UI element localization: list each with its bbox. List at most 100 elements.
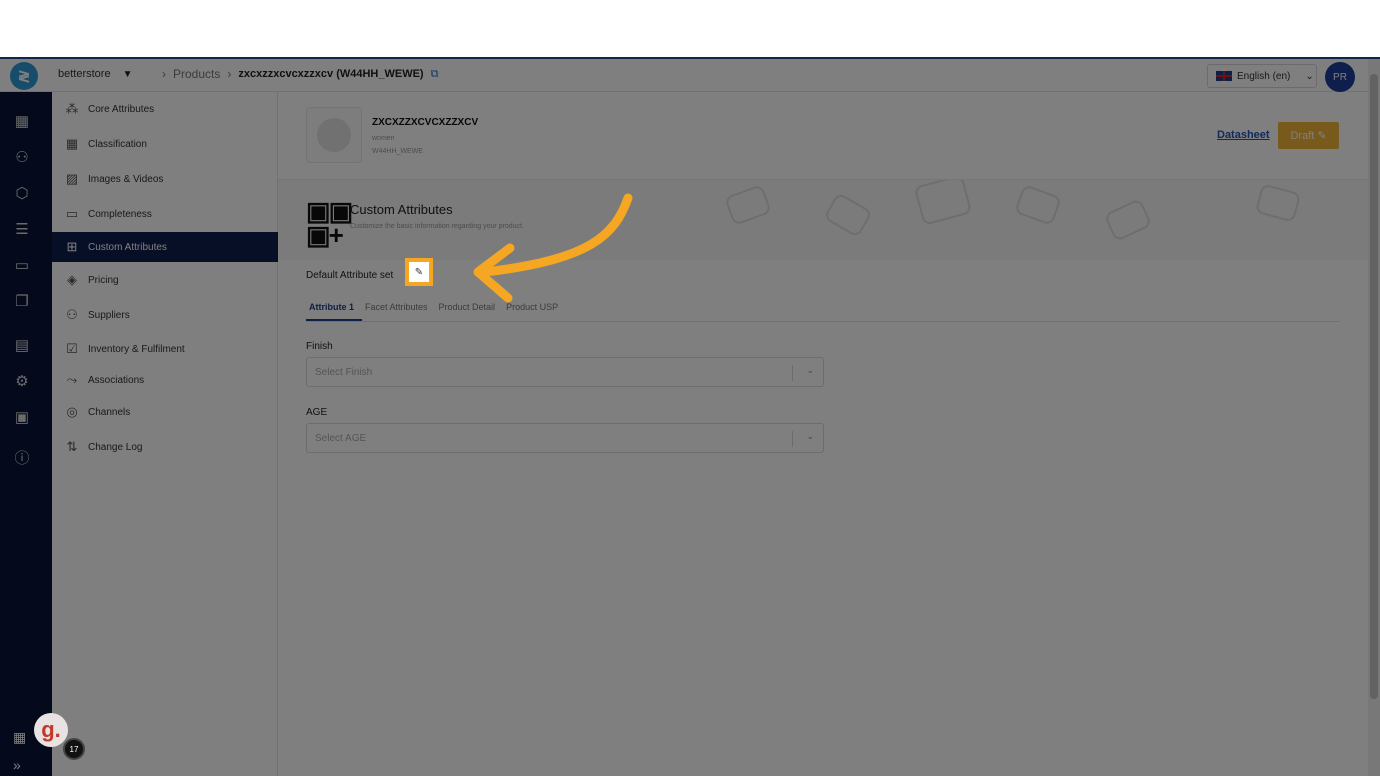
settings-icon[interactable]: ⚙ [13, 372, 31, 390]
nav-item-completeness[interactable]: ▭ Completeness [52, 199, 278, 229]
list-icon[interactable]: ☰ [13, 220, 31, 238]
breadcrumb-separator-icon: › [162, 67, 166, 81]
nav-item-pricing[interactable]: ◈ Pricing [52, 265, 278, 295]
section-title: Custom Attributes [350, 202, 453, 217]
breadcrumb-current: zxcxzzxcvcxzzxcv (W44HH_WEWE) [238, 68, 424, 80]
draft-status-button[interactable]: Draft ✎ [1278, 122, 1339, 149]
tab-facet-attributes[interactable]: Facet Attributes [362, 298, 436, 321]
decor-card-icon [1014, 184, 1062, 226]
divider [792, 365, 793, 381]
nav-item-images-videos[interactable]: ▨ Images & Videos [52, 164, 278, 194]
channels-icon: ◎ [66, 404, 78, 419]
copy-icon[interactable]: ❐ [13, 292, 31, 310]
language-select[interactable]: English (en) ⌄ [1207, 64, 1317, 88]
nav-item-label: Classification [88, 138, 147, 150]
apps-grid-icon[interactable]: ▦ [13, 729, 26, 746]
guide-widget-icon[interactable]: g. [34, 713, 68, 747]
breadcrumb-separator-icon: › [227, 67, 232, 81]
decor-cart-icon [1103, 197, 1153, 243]
inventory-icon: ☑ [66, 341, 78, 356]
nav-item-channels[interactable]: ◎ Channels [52, 397, 278, 427]
nav-item-associations[interactable]: ⤳ Associations [52, 365, 278, 395]
product-header: ZXCXZZXCVCXZZXCV women W44HH_WEWE Datash… [278, 92, 1368, 180]
nav-item-label: Suppliers [88, 309, 130, 321]
decor-bag-icon [1254, 183, 1302, 223]
chevron-down-icon: ⌄ [1305, 70, 1314, 82]
page-scrollbar[interactable] [1368, 59, 1380, 776]
product-name: ZXCXZZXCVCXZZXCV [372, 117, 479, 128]
decor-box-icon [823, 192, 873, 238]
product-thumbnail [306, 107, 362, 163]
document-icon[interactable]: ▤ [13, 336, 31, 354]
edit-attribute-set-icon[interactable]: ✎ [405, 258, 433, 286]
nav-item-change-log[interactable]: ⇅ Change Log [52, 432, 278, 462]
draft-label: Draft [1290, 129, 1315, 142]
nav-item-label: Images & Videos [88, 173, 164, 185]
age-label: AGE [306, 407, 328, 418]
uk-flag-icon [1216, 71, 1232, 81]
product-nav: ⁂ Core Attributes ▦ Classification ▨ Images… [52, 92, 278, 776]
nav-item-label: Associations [88, 374, 145, 386]
nav-item-label: Inventory & Fulfilment [88, 343, 185, 355]
nav-item-label: Pricing [88, 274, 119, 286]
nav-item-label: Completeness [88, 208, 152, 220]
avatar[interactable]: PR [1325, 62, 1355, 92]
box-icon[interactable]: ⬡ [13, 184, 31, 202]
age-select[interactable]: Select AGE ⌄ [306, 423, 824, 453]
monitor-icon[interactable]: ▣ [13, 408, 31, 426]
chevron-down-icon: ▼ [122, 68, 133, 80]
decor-phone-icon [913, 180, 973, 226]
dashboard-icon[interactable]: ▦ [13, 112, 31, 130]
nav-item-inventory[interactable]: ☑ Inventory & Fulfilment [52, 334, 278, 364]
chevron-down-icon: ⌄ [806, 365, 814, 375]
nav-item-classification[interactable]: ▦ Classification [52, 129, 278, 159]
default-attribute-set-label: Default Attribute set [306, 270, 394, 281]
chevron-down-icon: ⌄ [806, 431, 814, 441]
sliders-icon: ⇅ [66, 439, 78, 454]
product-category: women [372, 135, 395, 142]
top-bar: ≷ betterstore ▼ › Products › zxcxzzxcvcx… [0, 59, 1368, 92]
edit-icon: ✎ [1317, 130, 1327, 142]
datasheet-link[interactable]: Datasheet [1217, 129, 1270, 141]
tab-attribute-1[interactable]: Attribute 1 [306, 298, 362, 321]
product-sku: W44HH_WEWE [372, 148, 423, 155]
store-select-label: betterstore [58, 68, 111, 80]
nav-item-label: Channels [88, 406, 131, 418]
breadcrumb-products[interactable]: Products [173, 67, 220, 81]
inbox-icon[interactable]: ▭ [13, 256, 31, 274]
image-icon: ▨ [65, 171, 79, 186]
top-blank-area [0, 0, 1380, 57]
team-icon[interactable]: ⚇ [13, 148, 31, 166]
guide-count-badge: 17 [63, 738, 85, 760]
finish-label: Finish [306, 341, 333, 352]
app-window: ≷ betterstore ▼ › Products › zxcxzzxcvcx… [0, 57, 1380, 776]
store-select[interactable]: betterstore ▼ [58, 68, 133, 80]
finish-placeholder: Select Finish [315, 366, 373, 378]
users-icon: ⚇ [66, 307, 78, 322]
scrollbar-thumb[interactable] [1370, 74, 1378, 699]
finish-select[interactable]: Select Finish ⌄ [306, 357, 824, 387]
breadcrumb: › Products › zxcxzzxcvcxzzxcv (W44HH_WEW… [162, 67, 438, 81]
custom-attributes-icon: ▣▣ ▣+ [306, 196, 353, 250]
divider [792, 431, 793, 447]
age-placeholder: Select AGE [315, 432, 367, 444]
link-icon: ⤳ [66, 372, 78, 387]
pointer-arrow-icon [473, 193, 633, 303]
nav-item-label: Custom Attributes [88, 241, 167, 253]
network-icon: ⁂ [65, 101, 79, 116]
grid-plus-icon: ⊞ [66, 239, 78, 254]
grid-icon: ▦ [65, 136, 79, 151]
icon-rail: ▦ ⚇ ⬡ ☰ ▭ ❐ ▤ ⚙ ▣ ⓘ ▦ » [0, 92, 52, 776]
nav-item-core-attributes[interactable]: ⁂ Core Attributes [52, 94, 278, 124]
progress-icon: ▭ [65, 206, 79, 221]
language-label: English (en) [1237, 70, 1291, 82]
expand-icon[interactable]: » [13, 757, 21, 773]
app-logo-icon[interactable]: ≷ [10, 62, 38, 90]
external-link-icon[interactable]: ⧉ [431, 68, 439, 81]
help-icon[interactable]: ⓘ [13, 448, 31, 467]
nav-item-label: Change Log [88, 441, 143, 453]
nav-item-suppliers[interactable]: ⚇ Suppliers [52, 300, 278, 330]
decor-tag-icon [724, 184, 772, 226]
tag-icon: ◈ [67, 272, 77, 287]
nav-item-custom-attributes[interactable]: ⊞ Custom Attributes [52, 232, 278, 262]
